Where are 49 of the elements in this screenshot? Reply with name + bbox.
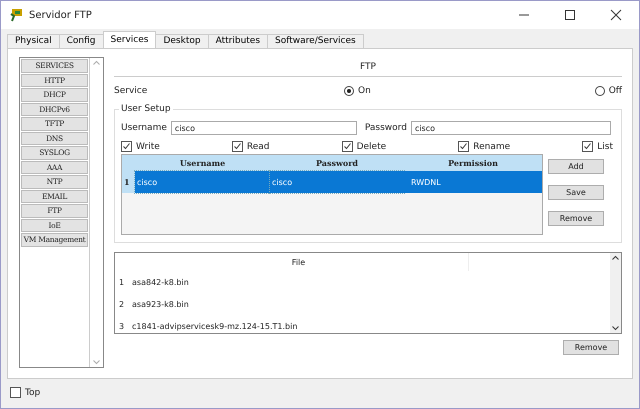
column-header: File [129, 253, 469, 271]
service-label: Service [114, 86, 148, 96]
row-number: 2 [118, 298, 126, 310]
radio-button[interactable]: Off [594, 86, 622, 96]
table-cell[interactable]: cisco [270, 171, 404, 193]
file-name[interactable]: asa842-k8.bin [129, 271, 469, 293]
field-label: Username [121, 123, 167, 133]
checkbox[interactable] [10, 387, 21, 398]
row-number: 1 [118, 276, 126, 288]
checkbox-label: List [597, 142, 613, 152]
checkbox-label: Read [246, 142, 270, 152]
input-field[interactable]: cisco [170, 121, 357, 135]
file-name[interactable]: asa923-k8.bin [129, 293, 469, 315]
checkbox-label: Top [25, 388, 40, 398]
checkbox[interactable] [458, 141, 470, 152]
column-header: Password [270, 155, 404, 171]
checkbox[interactable] [121, 141, 132, 152]
tab[interactable]: Software/Services [267, 34, 364, 48]
tab[interactable]: Config [58, 34, 104, 48]
window-title: Servidor FTP [29, 10, 93, 20]
checkbox[interactable] [342, 141, 353, 152]
scroll-up-icon[interactable] [612, 255, 619, 260]
panel-title: FTP [114, 57, 622, 77]
row-number: 3 [118, 320, 126, 332]
file-name[interactable]: c1841-advipservicesk9-mz.124-15.T1.bin [129, 315, 469, 337]
scrollbar[interactable] [610, 253, 621, 333]
action-button[interactable]: Add [548, 159, 604, 174]
checkbox-label: Write [136, 142, 160, 152]
tab[interactable]: Physical [7, 34, 60, 48]
checkbox[interactable] [232, 141, 243, 152]
tab[interactable]: Desktop [155, 34, 209, 48]
table-cell[interactable]: cisco [135, 171, 270, 193]
scroll-down-icon[interactable] [612, 326, 619, 331]
checkbox[interactable] [582, 141, 594, 152]
app-icon [9, 8, 23, 22]
checkbox-label: Rename [473, 142, 510, 152]
column-header: Permission [404, 155, 542, 171]
radio-button[interactable]: On [344, 86, 371, 96]
column-header: Username [135, 155, 270, 171]
field-label: Password [364, 123, 407, 133]
checkbox-label: Delete [356, 142, 386, 152]
action-button[interactable]: Save [548, 185, 604, 200]
table-cell[interactable]: RWDNL [404, 171, 542, 193]
tab[interactable]: Services [102, 31, 156, 48]
group-title: User Setup [119, 104, 173, 114]
input-field[interactable]: cisco [410, 121, 611, 135]
remove-button[interactable]: Remove [563, 340, 619, 355]
row-number: 1 [122, 171, 135, 193]
action-button[interactable]: Remove [548, 211, 604, 226]
